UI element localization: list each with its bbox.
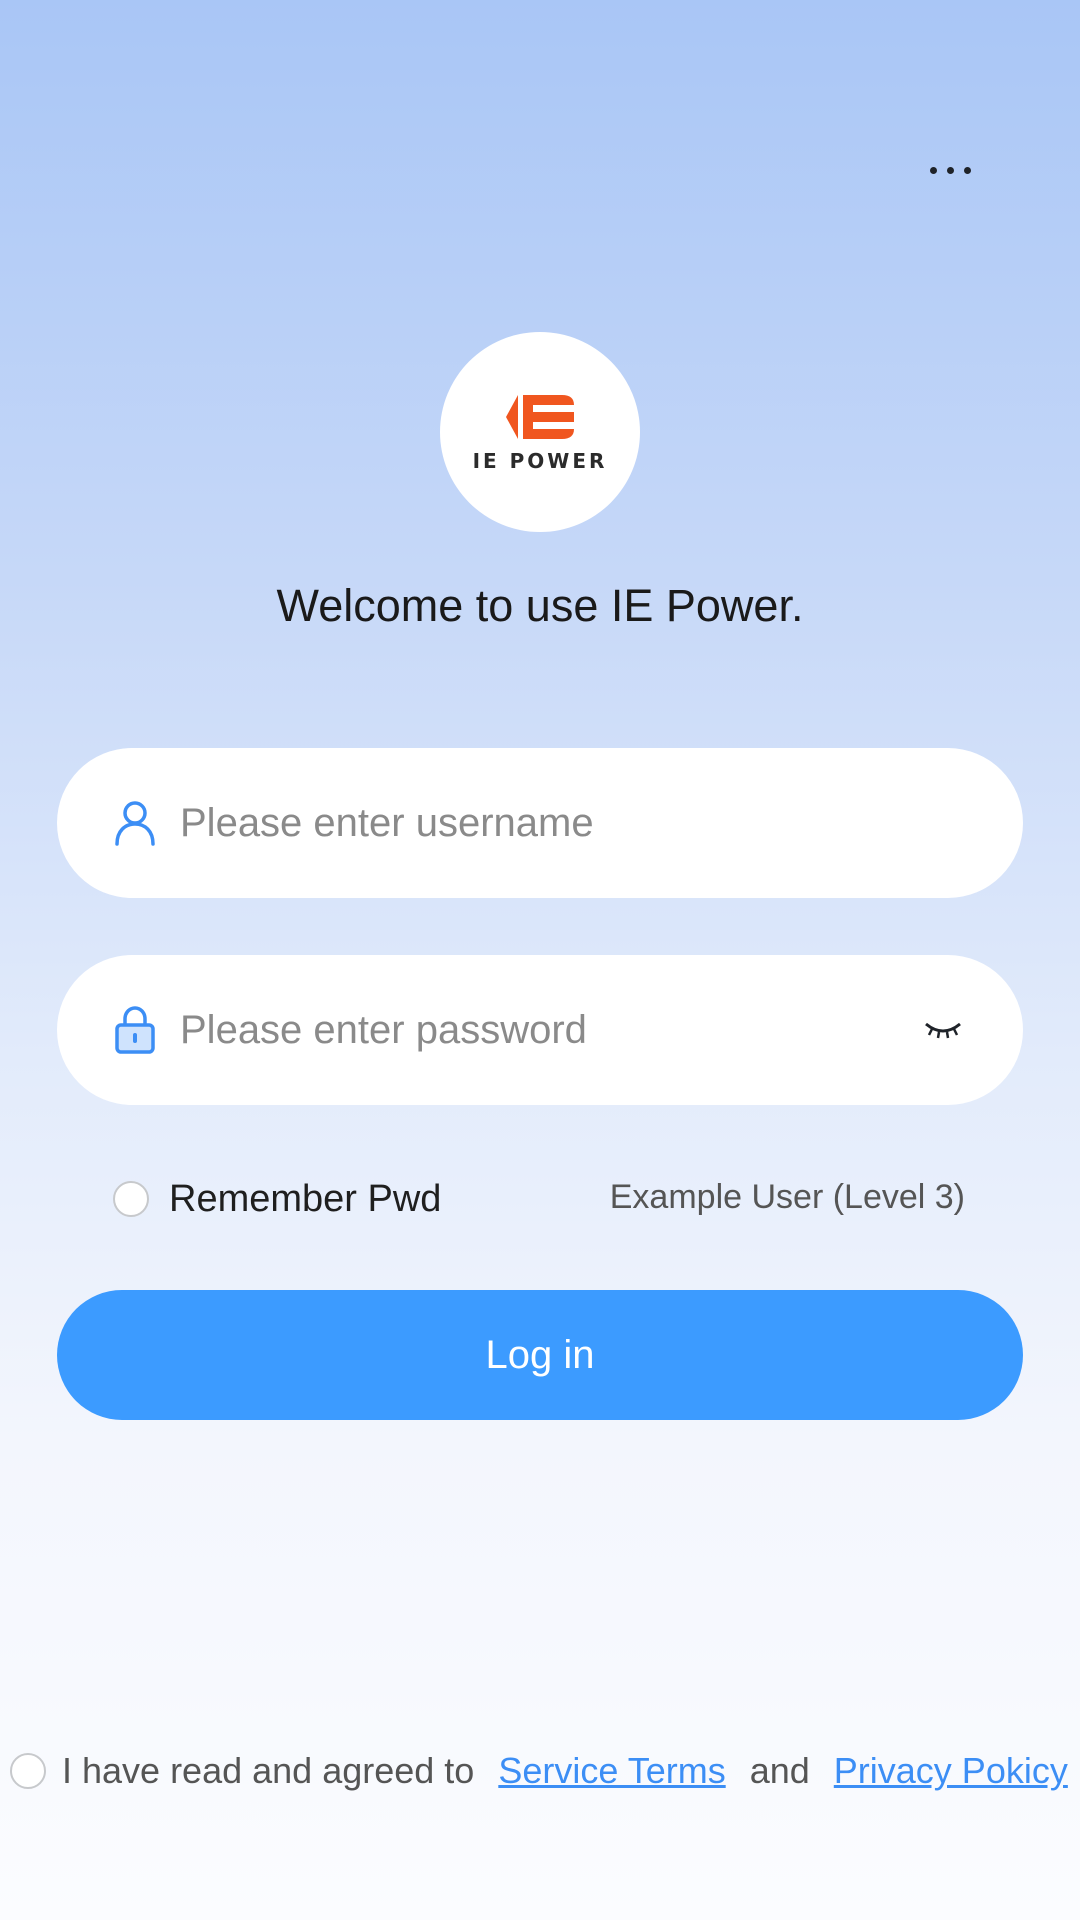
- ie-power-logo-icon: [506, 395, 574, 439]
- login-button[interactable]: Log in: [57, 1290, 1023, 1420]
- password-field[interactable]: [57, 955, 1023, 1105]
- service-terms-link[interactable]: Service Terms: [498, 1750, 725, 1792]
- remember-password-toggle[interactable]: Remember Pwd: [113, 1174, 441, 1224]
- password-input[interactable]: [178, 1006, 918, 1054]
- agreement-prefix: I have read and agreed to: [62, 1750, 475, 1791]
- more-dot: [929, 166, 937, 174]
- app-logo: IE POWER: [440, 332, 640, 532]
- remember-radio[interactable]: [113, 1181, 149, 1217]
- lock-icon: [112, 1006, 158, 1054]
- username-field[interactable]: [57, 748, 1023, 898]
- agreement-radio[interactable]: [10, 1753, 46, 1789]
- more-options-button[interactable]: [905, 140, 995, 200]
- more-dot: [963, 166, 971, 174]
- agreement-row: I have read and agreed to Service Terms …: [10, 1746, 1068, 1796]
- user-icon: [112, 800, 158, 846]
- remember-label: Remember Pwd: [169, 1177, 442, 1220]
- example-user-link[interactable]: Example User (Level 3): [610, 1178, 965, 1217]
- privacy-policy-link[interactable]: Privacy Pokicy: [834, 1750, 1068, 1792]
- agreement-and: and: [749, 1750, 810, 1791]
- logo-brand-text: IE POWER: [472, 449, 608, 473]
- welcome-title: Welcome to use IE Power.: [276, 580, 804, 631]
- more-dot: [946, 166, 954, 174]
- eye-closed-icon[interactable]: [918, 1010, 968, 1050]
- username-input[interactable]: [178, 799, 968, 847]
